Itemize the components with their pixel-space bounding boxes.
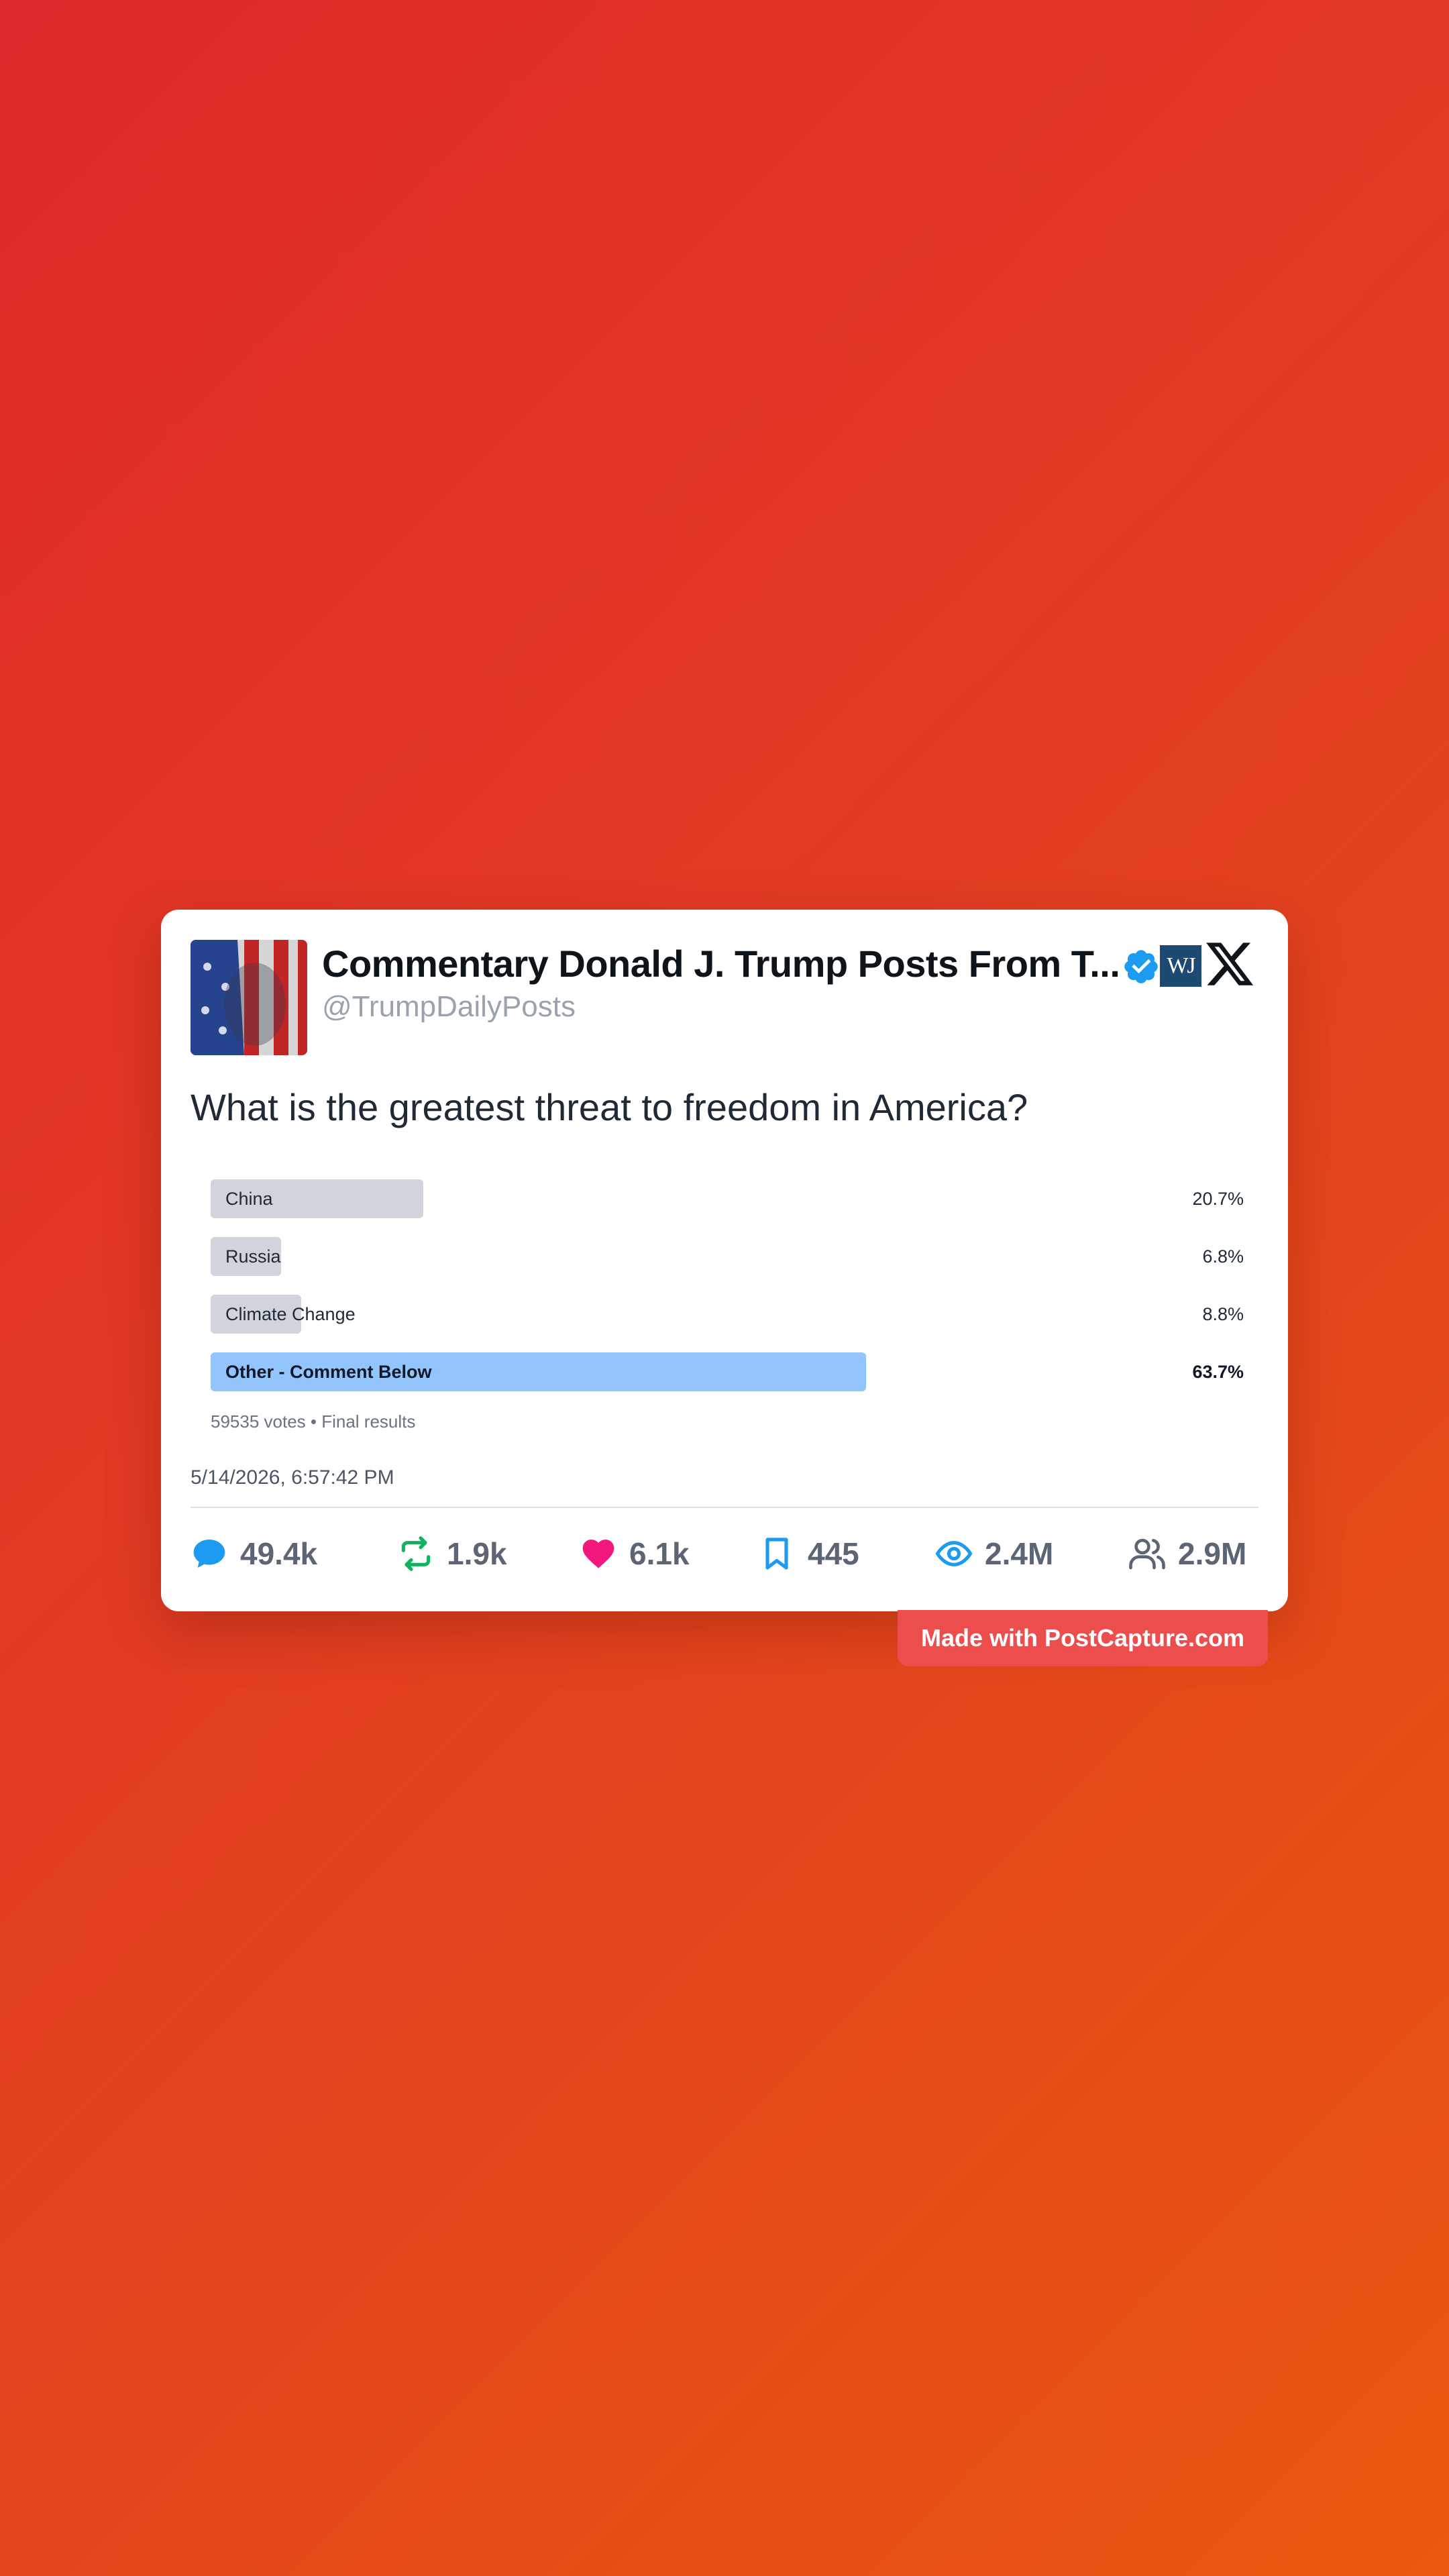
poll-option-percent: 6.8% (1202, 1246, 1244, 1267)
wj-logo-icon: WJ (1160, 945, 1201, 987)
avatar[interactable] (191, 940, 307, 1055)
engagement-stats: 49.4k 1.9k 6.1k 445 2.4M 2.9M (191, 1527, 1258, 1580)
poll-option-percent: 63.7% (1192, 1362, 1244, 1382)
post-timestamp[interactable]: 5/14/2026, 6:57:42 PM (191, 1466, 394, 1489)
poll-option-label: Climate Change (225, 1304, 356, 1324)
heart-icon (582, 1540, 614, 1568)
bookmark-icon (765, 1538, 788, 1570)
poll-results-meta: 59535 votes • Final results (211, 1411, 416, 1432)
poll-option-label: China (225, 1189, 273, 1209)
poll-option-label: Other - Comment Below (225, 1362, 432, 1382)
followers-stat[interactable]: 2.9M (1128, 1527, 1246, 1580)
poll-option-percent: 20.7% (1192, 1189, 1244, 1209)
poll-option-other: Other - Comment Below 63.7% (211, 1352, 1244, 1391)
speech-bubble-icon (193, 1540, 225, 1568)
likes-count: 6.1k (629, 1536, 690, 1571)
likes-stat[interactable]: 6.1k (580, 1527, 690, 1580)
poll-option-china: China 20.7% (211, 1179, 1244, 1218)
post-question: What is the greatest threat to freedom i… (191, 1086, 1028, 1128)
replies-stat[interactable]: 49.4k (191, 1527, 317, 1580)
poll-option-percent: 8.8% (1202, 1304, 1244, 1324)
users-icon (1129, 1538, 1165, 1570)
eye-icon (935, 1541, 973, 1566)
reposts-stat[interactable]: 1.9k (397, 1527, 507, 1580)
views-count: 2.4M (985, 1536, 1054, 1571)
x-logo-icon[interactable] (1202, 938, 1257, 990)
replies-count: 49.4k (240, 1536, 318, 1571)
bookmarks-count: 445 (808, 1536, 859, 1571)
poll-option-russia: Russia 6.8% (211, 1237, 1244, 1276)
author-handle[interactable]: @TrumpDailyPosts (322, 990, 576, 1024)
poll-option-climate-change: Climate Change 8.8% (211, 1295, 1244, 1334)
repost-icon (401, 1536, 431, 1571)
post-card: Commentary Donald J. Trump Posts From T.… (161, 910, 1288, 1611)
followers-count: 2.9M (1178, 1536, 1247, 1571)
views-stat[interactable]: 2.4M (935, 1527, 1053, 1580)
bookmarks-stat[interactable]: 445 (758, 1527, 859, 1580)
watermark-badge[interactable]: Made with PostCapture.com (898, 1610, 1268, 1666)
author-name[interactable]: Commentary Donald J. Trump Posts From T.… (322, 942, 1127, 985)
poll-option-label: Russia (225, 1246, 281, 1267)
reposts-count: 1.9k (447, 1536, 507, 1571)
verified-badge-icon (1124, 950, 1158, 983)
divider (191, 1507, 1258, 1508)
